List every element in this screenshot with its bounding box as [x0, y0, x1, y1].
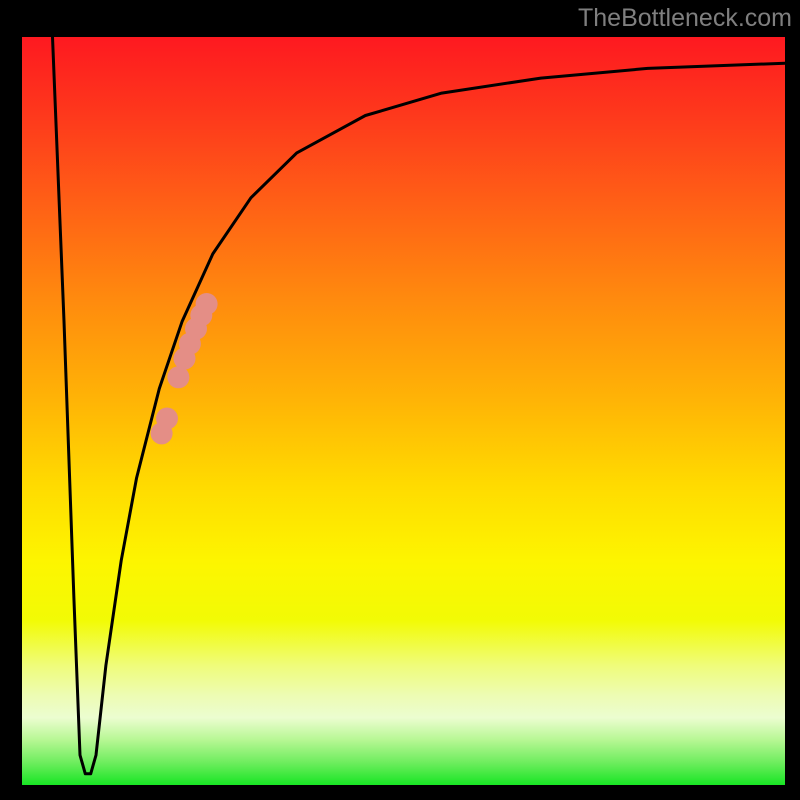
data-marker: [167, 366, 189, 388]
bottleneck-curve-svg: [22, 37, 785, 785]
data-marker: [196, 293, 218, 315]
chart-frame: TheBottleneck.com: [0, 0, 800, 800]
attribution-text: TheBottleneck.com: [578, 4, 792, 33]
plot-area: [22, 37, 785, 785]
bottleneck-curve: [53, 37, 786, 774]
data-marker: [156, 408, 178, 430]
